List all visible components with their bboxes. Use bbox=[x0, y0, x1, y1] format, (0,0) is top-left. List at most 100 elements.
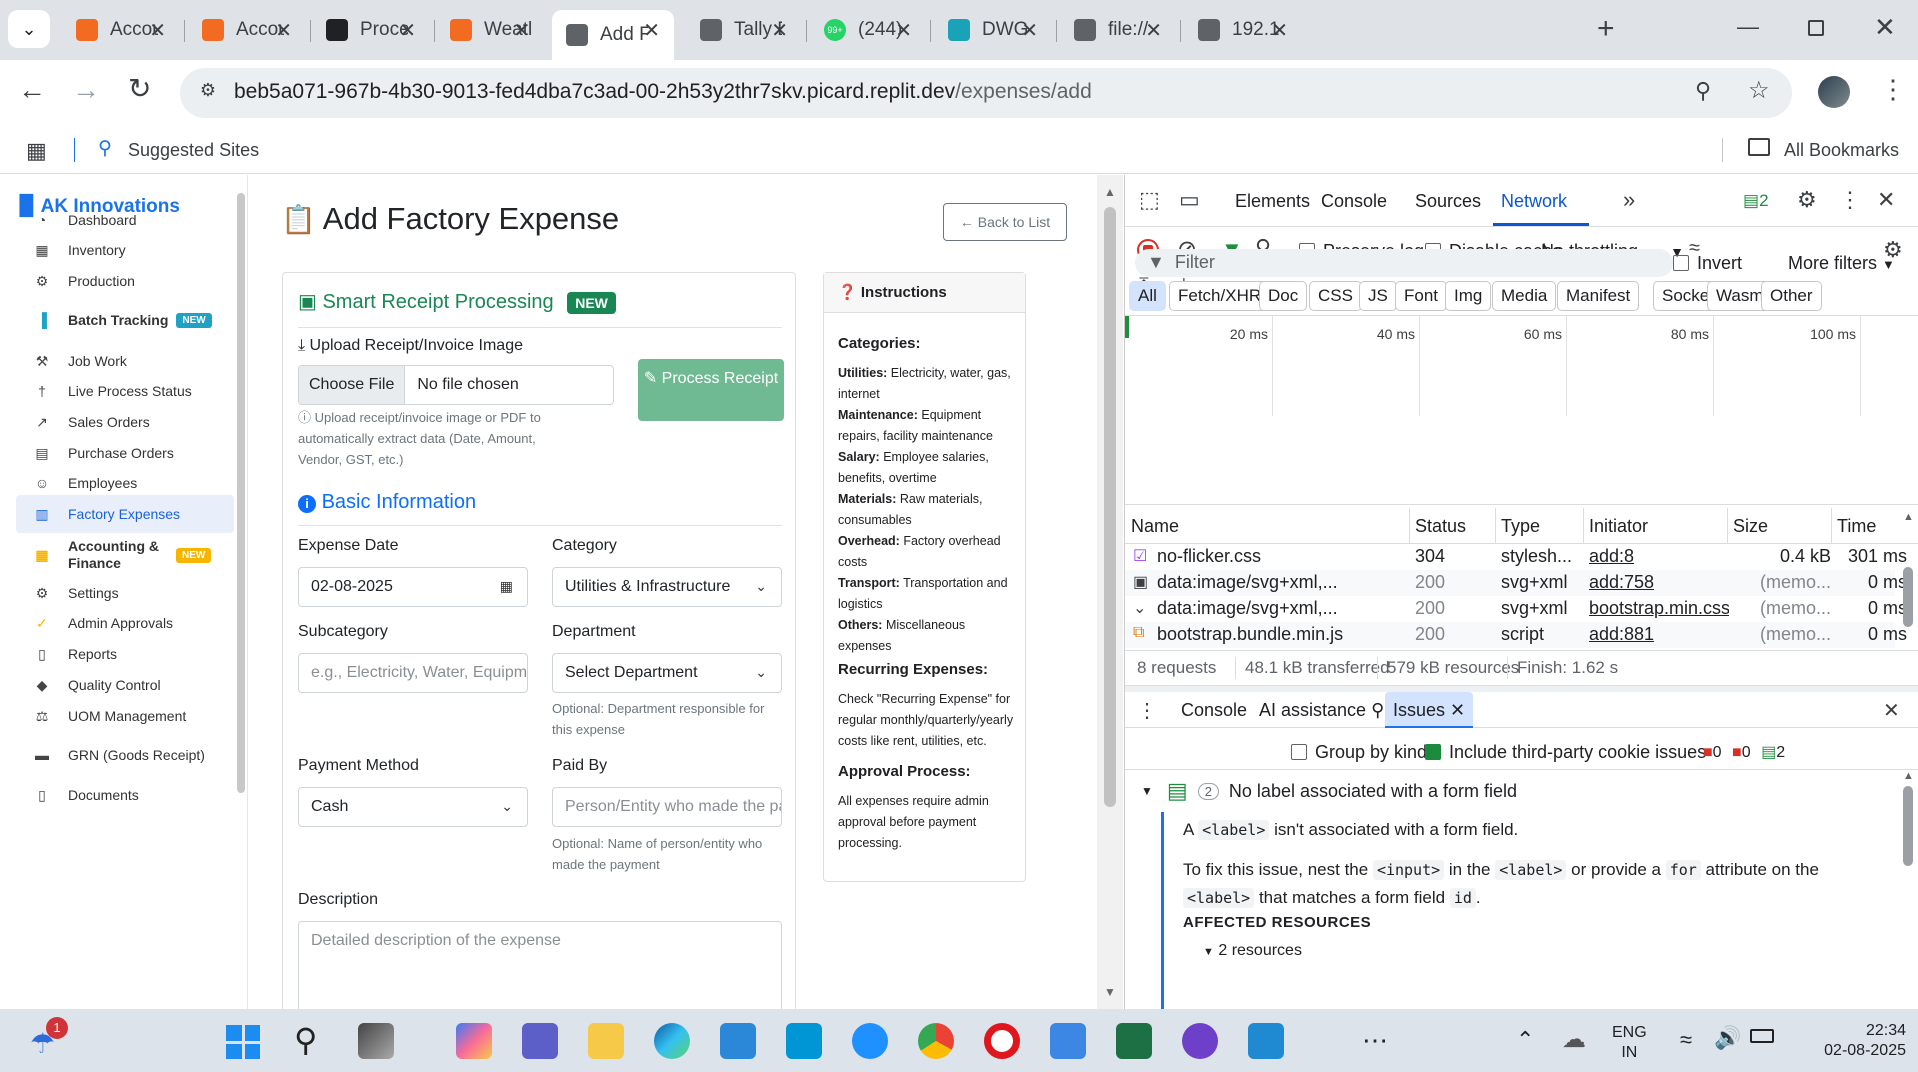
cell-initiator[interactable]: add:758 bbox=[1589, 572, 1729, 593]
browser-tab[interactable]: Weatl ✕ bbox=[436, 10, 544, 50]
type-filter-all[interactable]: All bbox=[1129, 281, 1166, 311]
filter-input[interactable]: ▼ Filter bbox=[1135, 249, 1673, 277]
tab-close-icon[interactable]: ✕ bbox=[513, 18, 530, 43]
tab-close-icon[interactable]: ✕ bbox=[895, 18, 912, 43]
invert-checkbox[interactable]: Invert bbox=[1673, 253, 1742, 274]
restore-button[interactable] bbox=[1808, 20, 1824, 36]
scroll-down-icon[interactable]: ▼ bbox=[1104, 985, 1116, 999]
description-textarea[interactable]: Detailed description of the expense bbox=[298, 921, 782, 1009]
drawer-close-icon[interactable]: ✕ bbox=[1883, 698, 1900, 723]
network-row[interactable]: ☑ no-flicker.css 304 stylesh... add:8 0.4 kB 3… bbox=[1125, 544, 1907, 570]
network-row[interactable]: ⌄ data:image/svg+xml,... 200 svg+xml bootstr… bbox=[1125, 596, 1907, 622]
department-select[interactable]: Select Department ⌄ bbox=[552, 653, 782, 693]
help-icon[interactable] bbox=[852, 1023, 888, 1059]
column-header-status[interactable]: Status bbox=[1415, 516, 1495, 537]
column-header-initiator[interactable]: Initiator bbox=[1589, 516, 1729, 537]
devtools-menu-icon[interactable]: ⋮ bbox=[1839, 187, 1861, 213]
type-filter-js[interactable]: JS bbox=[1359, 281, 1397, 311]
browser-tab[interactable]: Add F ✕ bbox=[552, 10, 674, 60]
process-receipt-button[interactable]: ✎ Process Receipt bbox=[638, 359, 784, 421]
calendar-icon[interactable]: ▦ bbox=[500, 578, 513, 595]
url-text[interactable]: beb5a071-967b-4b30-9013-fed4dba7c3ad-00-… bbox=[234, 80, 1092, 104]
issue-header[interactable]: ▼ ▤ 2 No label associated with a form fi… bbox=[1141, 778, 1517, 804]
cell-initiator[interactable]: add:881 bbox=[1589, 624, 1729, 645]
third-party-checkbox[interactable]: Include third-party cookie issues bbox=[1425, 742, 1706, 763]
excel-icon[interactable] bbox=[1116, 1023, 1152, 1059]
network-row[interactable]: ▣ data:image/svg+xml,... 200 svg+xml add:758… bbox=[1125, 570, 1907, 596]
profile-avatar[interactable] bbox=[1818, 76, 1850, 108]
type-filter-font[interactable]: Font bbox=[1395, 281, 1448, 311]
scroll-up-icon[interactable]: ▲ bbox=[1104, 185, 1116, 199]
cloud-icon[interactable]: ☁ bbox=[1562, 1025, 1586, 1054]
site-info-icon[interactable]: ⚙ bbox=[194, 80, 222, 106]
type-filter-css[interactable]: CSS bbox=[1309, 281, 1362, 311]
bookmark-star-icon[interactable]: ☆ bbox=[1748, 76, 1770, 105]
teams-icon[interactable] bbox=[522, 1023, 558, 1059]
scroll-thumb[interactable] bbox=[1903, 567, 1913, 627]
browser-tab[interactable]: file://✕ bbox=[1060, 10, 1176, 50]
new-tab-button[interactable]: + bbox=[1597, 12, 1615, 46]
cell-initiator[interactable]: bootstrap.min.css bbox=[1589, 598, 1729, 619]
cell-initiator[interactable]: add:8 bbox=[1589, 546, 1729, 567]
more-tabs-icon[interactable]: » bbox=[1623, 187, 1635, 213]
all-bookmarks-link[interactable]: All Bookmarks bbox=[1784, 140, 1899, 161]
tab-close-icon[interactable]: ✕ bbox=[643, 18, 660, 43]
tab-close-icon[interactable]: ✕ bbox=[1021, 18, 1038, 43]
more-apps-icon[interactable]: ⋯ bbox=[1362, 1025, 1388, 1056]
scroll-thumb[interactable] bbox=[1104, 207, 1116, 807]
browser-tab[interactable]: Accou ✕ bbox=[62, 10, 180, 50]
tab-close-icon[interactable]: ✕ bbox=[275, 18, 292, 43]
devtools-tab-elements[interactable]: Elements bbox=[1235, 191, 1310, 212]
scroll-up-icon[interactable]: ▲ bbox=[1903, 511, 1915, 523]
page-scrollbar[interactable]: ▲ ▼ bbox=[1097, 175, 1123, 1009]
group-by-kind-checkbox[interactable]: Group by kind bbox=[1291, 742, 1427, 763]
start-button-icon[interactable] bbox=[226, 1025, 260, 1059]
clock[interactable]: 22:34 02-08-2025 bbox=[1820, 1021, 1906, 1061]
minimize-button[interactable]: — bbox=[1737, 14, 1759, 40]
file-explorer-icon[interactable] bbox=[588, 1023, 624, 1059]
suggested-sites-link[interactable]: Suggested Sites bbox=[128, 140, 259, 161]
tab-close-icon[interactable]: ✕ bbox=[149, 18, 166, 43]
sidebar-item-accounting-finance[interactable]: ▦ Accounting & Finance NEW bbox=[16, 533, 234, 577]
notepad-icon[interactable] bbox=[1050, 1023, 1086, 1059]
network-row[interactable]: ⧉ bootstrap.bundle.min.js 200 script add:881… bbox=[1125, 622, 1907, 648]
resources-toggle[interactable]: ▼ 2 resources bbox=[1203, 942, 1302, 960]
browser-tab[interactable]: DWG ✕ bbox=[934, 10, 1052, 50]
expense-date-input[interactable]: 02-08-2025 ▦ bbox=[298, 567, 528, 607]
type-filter-doc[interactable]: Doc bbox=[1259, 281, 1308, 311]
table-scrollbar[interactable]: ▲ bbox=[1903, 511, 1915, 641]
choose-file-button[interactable]: Choose File bbox=[299, 366, 406, 404]
devtools-settings-icon[interactable]: ⚙ bbox=[1797, 187, 1817, 213]
type-filter-media[interactable]: Media bbox=[1492, 281, 1557, 311]
chrome-icon[interactable] bbox=[918, 1023, 954, 1059]
column-header-type[interactable]: Type bbox=[1501, 516, 1585, 537]
myhp-icon[interactable] bbox=[786, 1023, 822, 1059]
vscode-icon[interactable] bbox=[1248, 1023, 1284, 1059]
browser-tab[interactable]: Accou ✕ bbox=[188, 10, 306, 50]
volume-icon[interactable]: 🔊 bbox=[1714, 1025, 1741, 1051]
github-icon[interactable] bbox=[1182, 1023, 1218, 1059]
taskbar-search-icon[interactable]: ⚲ bbox=[294, 1021, 317, 1059]
devtools-tab-sources[interactable]: Sources bbox=[1415, 191, 1481, 212]
drawer-tab-console[interactable]: Console bbox=[1181, 700, 1247, 721]
address-bar[interactable]: ⚙ beb5a071-967b-4b30-9013-fed4dba7c3ad-0… bbox=[180, 68, 1792, 118]
browser-tab[interactable]: Proce ✕ bbox=[312, 10, 430, 50]
type-filter-other[interactable]: Other bbox=[1761, 281, 1822, 311]
sidebar-item-batch-tracking[interactable]: ▐ Batch Tracking NEW bbox=[16, 301, 234, 339]
task-view-icon[interactable] bbox=[358, 1023, 394, 1059]
type-filter-img[interactable]: Img bbox=[1445, 281, 1492, 311]
paid-by-input[interactable]: Person/Entity who made the payment bbox=[552, 787, 782, 827]
sidebar-item-grn-goods-receipt[interactable]: ▬ GRN (Goods Receipt) bbox=[16, 736, 234, 774]
column-header-time[interactable]: Time bbox=[1837, 516, 1907, 537]
browser-menu-icon[interactable]: ⋮ bbox=[1880, 74, 1906, 105]
back-arrow-icon[interactable]: ← bbox=[18, 74, 46, 106]
file-input[interactable]: Choose File No file chosen bbox=[298, 365, 614, 405]
more-filters-dropdown[interactable]: More filters ▼ bbox=[1788, 253, 1895, 274]
payment-method-select[interactable]: Cash ⌄ bbox=[298, 787, 528, 827]
sidebar-item-production[interactable]: ⚙ Production bbox=[16, 262, 234, 300]
tab-close-icon[interactable]: ✕ bbox=[1271, 18, 1288, 43]
column-header-name[interactable]: Name bbox=[1131, 516, 1409, 537]
apps-grid-icon[interactable]: ▦ bbox=[26, 138, 47, 164]
tab-search-button[interactable]: ⌄ bbox=[8, 10, 50, 48]
drawer-tab-ai-assistance[interactable]: AI assistance ⚲ bbox=[1259, 700, 1384, 721]
